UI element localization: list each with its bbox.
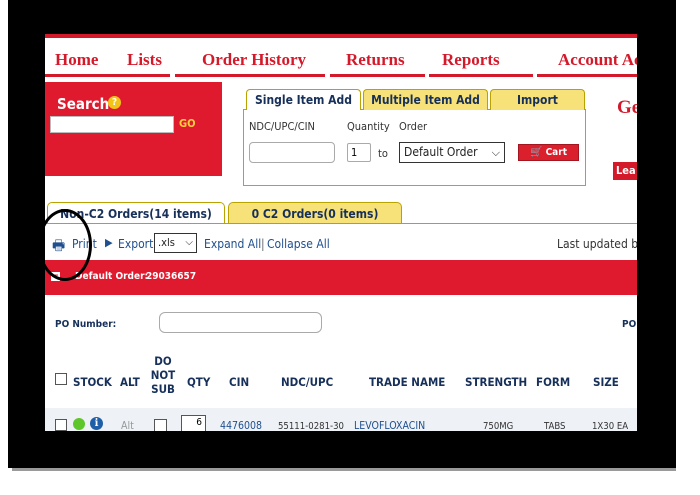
col-do-not-sub[interactable]: DO NOT SUB (150, 354, 176, 396)
col-ndc-upc[interactable]: NDC/UPC (281, 375, 333, 389)
cart-button-label: Cart (545, 147, 567, 158)
quantity-input[interactable]: 1 (347, 143, 371, 162)
export-format-value: .xls (158, 236, 175, 249)
tab-c2-orders[interactable]: 0 C2 Orders(0 items) (228, 202, 402, 224)
nav-underline (45, 74, 170, 77)
nav-underline (429, 74, 533, 77)
info-icon[interactable]: i (90, 417, 103, 430)
toolbar-separator: | (261, 237, 265, 251)
nav-returns[interactable]: Returns (346, 50, 405, 70)
search-label: Search (57, 95, 110, 113)
help-icon[interactable]: ? (108, 96, 121, 109)
row-ndc: 55111-0281-30 (278, 421, 344, 431)
go-button[interactable]: GO (179, 117, 196, 130)
ndc-label: NDC/UPC/CIN (249, 120, 315, 133)
order-select-value: Default Order (404, 145, 478, 159)
row-strength: 750MG (483, 421, 514, 431)
do-not-sub-checkbox[interactable] (154, 419, 167, 431)
po-number-input[interactable] (159, 312, 322, 333)
nav-top-bar (45, 34, 637, 38)
row-trade-name[interactable]: LEVOFLOXACIN (354, 420, 425, 431)
order-label: Order (399, 120, 428, 133)
quantity-label: Quantity (347, 120, 390, 133)
col-cin[interactable]: CIN (229, 375, 249, 389)
side-heading: Ge (617, 97, 637, 118)
row-checkbox[interactable] (55, 419, 67, 431)
col-trade-name[interactable]: TRADE NAME (369, 375, 445, 389)
tab-single-item-add[interactable]: Single Item Add (246, 89, 361, 110)
col-form[interactable]: FORM (536, 375, 570, 389)
app-screen: Home Lists Order History Returns Reports… (45, 34, 637, 431)
col-qty[interactable]: QTY (187, 375, 210, 389)
collapse-all-link[interactable]: Collapse All (267, 237, 330, 251)
select-all-checkbox[interactable] (55, 373, 67, 385)
ndc-input[interactable] (249, 142, 335, 163)
row-alt[interactable]: Alt (121, 420, 134, 431)
cart-icon: 🛒 (529, 147, 543, 158)
export-format-select[interactable]: .xls ⌵ (154, 233, 197, 253)
nav-home[interactable]: Home (55, 50, 98, 70)
export-arrow-icon: ▶ (105, 236, 113, 249)
tab-import[interactable]: Import (490, 89, 585, 110)
side-button[interactable]: Lea (613, 162, 637, 180)
nav-underline (330, 74, 425, 77)
nav-reports[interactable]: Reports (442, 50, 500, 70)
po-label-right: PO (622, 319, 637, 330)
nav-underline (175, 74, 325, 77)
col-stock[interactable]: STOCK (73, 375, 112, 389)
col-strength[interactable]: STRENGTH (465, 375, 527, 389)
nav-order-history[interactable]: Order History (202, 50, 306, 70)
qty-input[interactable]: 6 (181, 415, 206, 431)
tab-divider (45, 223, 637, 224)
col-size[interactable]: SIZE (593, 375, 619, 389)
add-to-cart-button[interactable]: 🛒 Cart (518, 144, 579, 161)
nav-lists[interactable]: Lists (127, 50, 162, 70)
nav-account[interactable]: Account Ac (558, 50, 637, 70)
screenshot-frame: Home Lists Order History Returns Reports… (0, 0, 700, 495)
row-size: 1X30 EA (592, 421, 629, 431)
row-form: TABS (544, 421, 566, 431)
nav-underline (537, 74, 637, 77)
order-select[interactable]: Default Order ⌵ (399, 142, 505, 163)
po-number-label: PO Number: (55, 319, 117, 330)
row-cin[interactable]: 4476008 (220, 420, 262, 431)
order-header-label: Default Order: (75, 271, 149, 282)
chevron-down-icon: ⌵ (185, 237, 193, 248)
order-number: 29036657 (146, 271, 197, 282)
export-label: Export (118, 237, 154, 251)
tab-multiple-item-add[interactable]: Multiple Item Add (363, 89, 488, 110)
in-stock-icon (73, 418, 85, 430)
col-alt[interactable]: ALT (120, 375, 140, 389)
last-updated-text: Last updated by (557, 237, 637, 251)
to-label: to (378, 147, 388, 160)
highlight-circle (38, 209, 92, 281)
search-input[interactable] (50, 116, 174, 133)
expand-all-link[interactable]: Expand All (204, 237, 261, 251)
chevron-down-icon: ⌵ (491, 146, 500, 159)
